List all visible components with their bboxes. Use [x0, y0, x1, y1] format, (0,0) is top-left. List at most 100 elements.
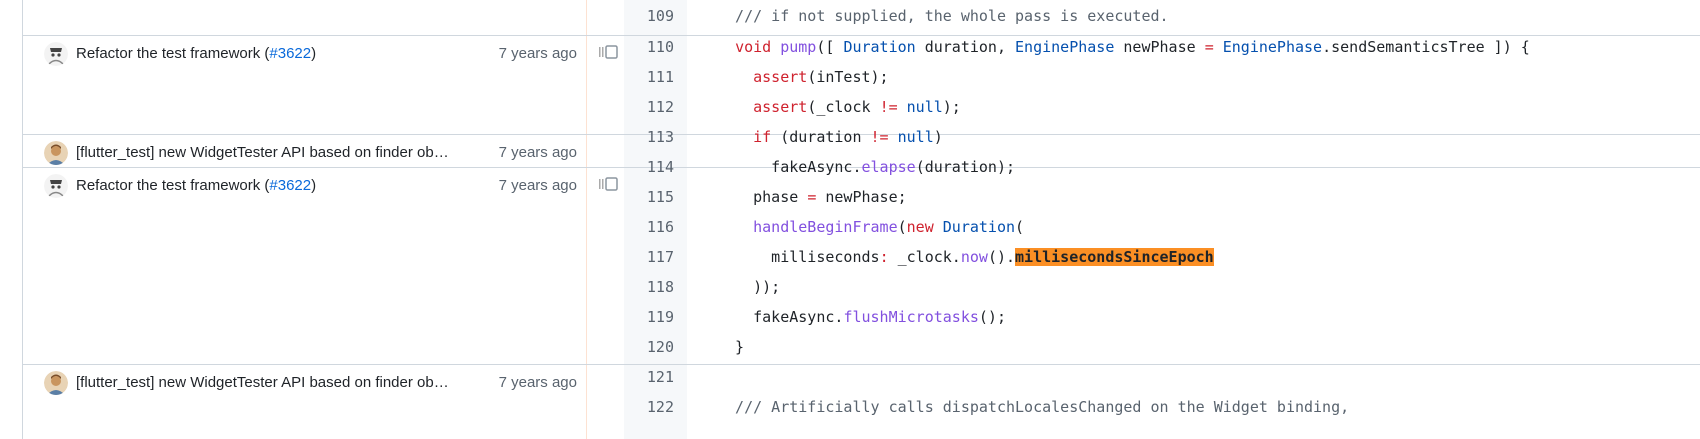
code-line: 120 }	[624, 331, 1700, 364]
line-number[interactable]: 120	[624, 338, 674, 356]
line-number[interactable]: 117	[624, 248, 674, 266]
code-token: fakeAsync.	[717, 158, 862, 176]
code-text: /// if not supplied, the whole pass is e…	[717, 7, 1169, 26]
commit-message[interactable]: Refactor the test framework (#3622)	[76, 176, 502, 196]
code-token: assert	[753, 98, 808, 116]
code-line: 122 /// Artificially calls dispatchLocal…	[624, 391, 1700, 424]
code-token: phase	[717, 188, 808, 206]
code-token: ([	[816, 38, 844, 56]
blame-hunk: [flutter_test] new WidgetTester API base…	[22, 135, 586, 167]
blame-hunk: Refactor the test framework (#3622) 7 ye…	[22, 36, 586, 134]
code-token: null	[906, 98, 943, 116]
code-token: ().	[987, 248, 1016, 266]
code-token: (	[897, 218, 907, 236]
code-text: ));	[717, 278, 780, 297]
code-token: =	[1204, 38, 1214, 56]
code-token: (duration	[771, 128, 871, 146]
line-number[interactable]: 122	[624, 398, 674, 416]
pr-link[interactable]: #3622	[269, 45, 311, 62]
code-token: now	[960, 248, 988, 266]
line-number[interactable]: 111	[624, 68, 674, 86]
code-token: elapse	[861, 158, 916, 176]
code-token: (inTest);	[807, 68, 889, 86]
code-token: (duration);	[915, 158, 1016, 176]
code-token: Duration	[843, 38, 916, 56]
code-token: duration,	[915, 38, 1016, 56]
commit-message[interactable]: [flutter_test] new WidgetTester API base…	[76, 143, 502, 163]
code-token: fakeAsync.	[717, 308, 844, 326]
commit-age: 7 years ago	[498, 374, 577, 391]
code-token: flushMicrotasks	[843, 308, 979, 326]
commit-message[interactable]: Refactor the test framework (#3622)	[76, 44, 502, 64]
search-match: millisecondsSinceEpoch	[1015, 248, 1214, 266]
pr-link[interactable]: #3622	[269, 177, 311, 194]
code-token: void	[735, 38, 772, 56]
line-number[interactable]: 109	[624, 7, 674, 25]
line-number[interactable]: 115	[624, 188, 674, 206]
code-token: if	[753, 128, 772, 146]
code-line: 114 fakeAsync.elapse(duration);	[624, 151, 1700, 184]
reblame-icon[interactable]	[598, 175, 620, 193]
code-line: 110 void pump([ Duration duration, Engin…	[624, 31, 1700, 64]
commit-age: 7 years ago	[498, 144, 577, 161]
code-token: _clock.	[888, 248, 961, 266]
line-number[interactable]: 112	[624, 98, 674, 116]
code-token: ();	[978, 308, 1006, 326]
line-number[interactable]: 121	[624, 368, 674, 386]
ghost-avatar[interactable]	[44, 174, 68, 198]
line-number[interactable]: 113	[624, 128, 674, 146]
code-line: 117 milliseconds: _clock.now().milliseco…	[624, 241, 1700, 274]
line-number[interactable]: 110	[624, 38, 674, 56]
reblame-icon[interactable]	[598, 43, 620, 61]
code-token: new	[906, 218, 934, 236]
ghost-avatar[interactable]	[44, 42, 68, 66]
code-text: if (duration != null)	[717, 128, 943, 147]
code-text: assert(inTest);	[717, 68, 889, 87]
code-text: assert(_clock != null);	[717, 98, 961, 117]
line-number[interactable]: 119	[624, 308, 674, 326]
code-token: null	[897, 128, 934, 146]
code-token: pump	[780, 38, 817, 56]
code-text: milliseconds: _clock.now().millisecondsS…	[717, 248, 1214, 267]
line-number[interactable]: 116	[624, 218, 674, 236]
code-token: handleBeginFrame	[753, 218, 898, 236]
code-line: 116 handleBeginFrame(new Duration(	[624, 211, 1700, 244]
code-line: 111 assert(inTest);	[624, 61, 1700, 94]
code-token: )	[933, 128, 943, 146]
commit-message[interactable]: [flutter_test] new WidgetTester API base…	[76, 373, 502, 393]
code-line: 119 fakeAsync.flushMicrotasks();	[624, 301, 1700, 334]
code-line: 109 /// if not supplied, the whole pass …	[624, 0, 1700, 33]
blame-hunk: [flutter_test] new WidgetTester API base…	[22, 365, 586, 439]
code-line: 115 phase = newPhase;	[624, 181, 1700, 214]
code-text: fakeAsync.elapse(duration);	[717, 158, 1015, 177]
code-text: void pump([ Duration duration, EnginePha…	[717, 38, 1530, 57]
code-token: :	[879, 248, 889, 266]
code-text: /// Artificially calls dispatchLocalesCh…	[717, 398, 1349, 417]
code-token: );	[942, 98, 961, 116]
code-token: .sendSemanticsTree ]) {	[1322, 38, 1530, 56]
code-token: (	[1015, 218, 1025, 236]
person-avatar[interactable]	[44, 371, 68, 395]
code-text: }	[717, 338, 744, 357]
commit-age: 7 years ago	[498, 177, 577, 194]
line-number[interactable]: 114	[624, 158, 674, 176]
code-text: handleBeginFrame(new Duration(	[717, 218, 1024, 237]
code-token: !=	[870, 128, 889, 146]
code-token: EnginePhase	[1222, 38, 1323, 56]
blame-hunk: Refactor the test framework (#3622) 7 ye…	[22, 168, 586, 364]
code-token: newPhase	[1114, 38, 1205, 56]
line-number[interactable]: 118	[624, 278, 674, 296]
code-token: !=	[879, 98, 898, 116]
person-avatar[interactable]	[44, 141, 68, 165]
code-token: ));	[717, 278, 781, 296]
